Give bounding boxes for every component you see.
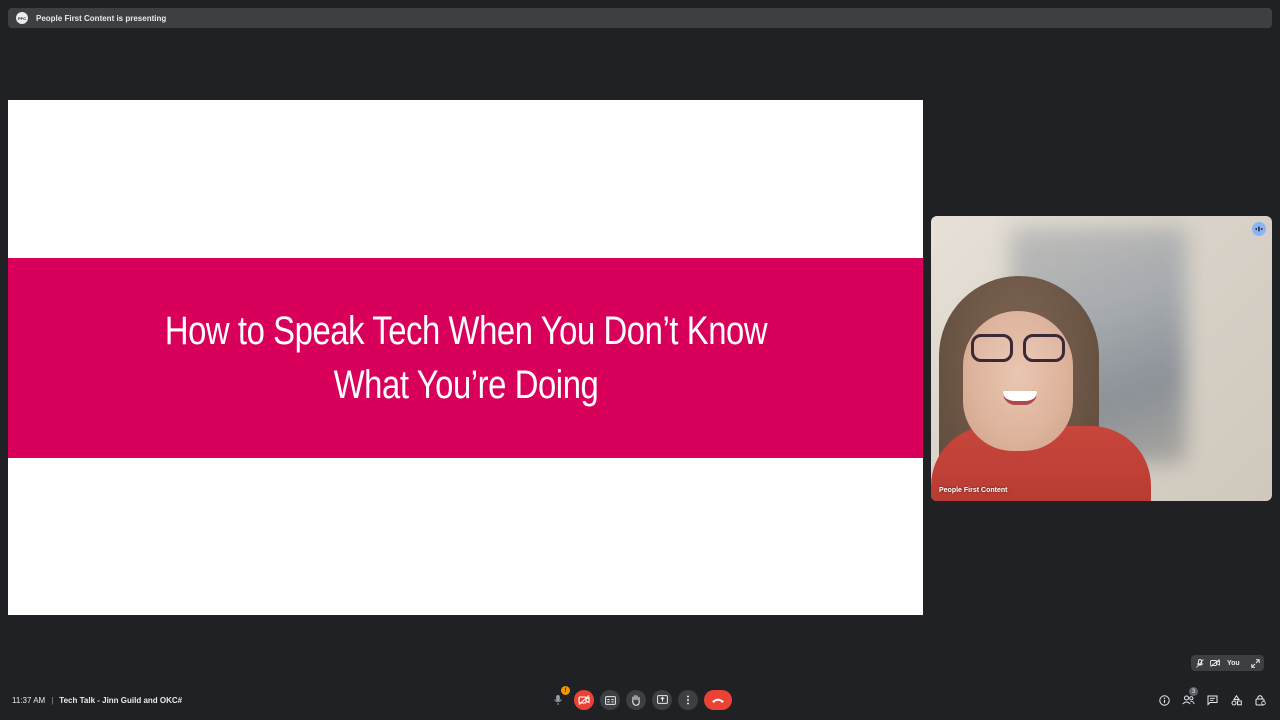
participant-tile[interactable]: People First Content — [931, 216, 1272, 501]
camera-off-button[interactable] — [574, 690, 594, 710]
people-button[interactable]: 3 — [1179, 687, 1198, 710]
raise-hand-button[interactable] — [626, 690, 646, 710]
people-icon — [1181, 695, 1195, 705]
info-icon — [1158, 694, 1170, 706]
host-controls-button[interactable] — [1251, 690, 1269, 710]
meeting-tools: 3 — [1155, 687, 1269, 710]
participant-video-face — [963, 311, 1073, 451]
participant-video-glasses — [971, 334, 1065, 364]
presenting-text: People First Content is presenting — [36, 13, 167, 23]
camera-off-small-icon[interactable] — [1210, 658, 1220, 668]
presented-slide: How to Speak Tech When You Don’t Know Wh… — [8, 100, 923, 615]
chat-icon — [1207, 695, 1217, 706]
activities-icon — [1231, 694, 1242, 705]
more-options-button[interactable] — [678, 690, 698, 710]
hangup-icon — [712, 698, 724, 703]
raise-hand-icon — [632, 694, 640, 706]
captions-icon — [604, 695, 616, 705]
clock-time: 11:37 AM — [12, 695, 46, 705]
people-count-badge: 3 — [1189, 687, 1198, 696]
slide-title: How to Speak Tech When You Don’t Know Wh… — [164, 309, 767, 407]
camera-off-icon — [578, 695, 590, 705]
meeting-info: 11:37 AM | Tech Talk - Jinn Guild and OK… — [12, 694, 182, 706]
self-view-label: You — [1227, 659, 1240, 667]
present-button[interactable] — [652, 690, 672, 710]
expand-icon[interactable] — [1250, 658, 1260, 668]
mic-off-small-icon[interactable] — [1195, 658, 1205, 668]
activities-button[interactable] — [1227, 690, 1245, 710]
mic-off-icon — [554, 695, 562, 705]
leave-call-button[interactable] — [704, 690, 732, 710]
chat-button[interactable] — [1203, 690, 1221, 710]
captions-button[interactable] — [600, 690, 620, 710]
more-vert-icon — [687, 695, 689, 705]
meeting-details-button[interactable] — [1155, 690, 1173, 710]
self-view-pill[interactable]: You — [1191, 655, 1264, 671]
mic-warning-badge: ! — [561, 686, 570, 695]
participant-name: People First Content — [939, 487, 1008, 494]
present-icon — [656, 695, 668, 704]
presenter-avatar: PFC — [16, 12, 28, 24]
speaking-indicator-icon — [1252, 222, 1266, 236]
meeting-info-separator: | — [51, 695, 54, 705]
call-controls: ! — [548, 686, 732, 710]
lock-person-icon — [1255, 695, 1266, 706]
meeting-name: Tech Talk - Jinn Guild and OKC# — [59, 695, 183, 705]
slide-title-band: How to Speak Tech When You Don’t Know Wh… — [8, 258, 923, 458]
mic-off-button[interactable]: ! — [548, 686, 570, 710]
presenting-banner: PFC People First Content is presenting — [8, 8, 1272, 28]
